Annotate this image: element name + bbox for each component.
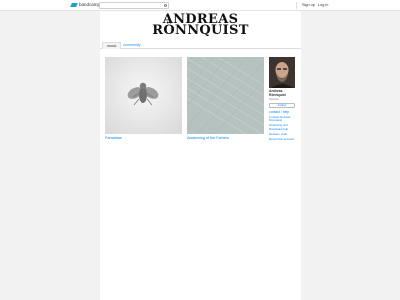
divider [296, 2, 297, 9]
top-bar: bandcamp Sign up Log in [0, 0, 400, 18]
release-item[interactable]: Awakening of the Fathers [187, 57, 264, 140]
search-icon[interactable] [164, 4, 167, 7]
redeem-code-link[interactable]: Redeem code [269, 132, 297, 137]
report-account-link[interactable]: Report this account [269, 137, 297, 142]
release-cover[interactable] [105, 57, 182, 134]
release-title[interactable]: Awakening of the Fathers [187, 136, 264, 140]
contact-help-heading: contact / help [269, 110, 290, 114]
bandcamp-logo[interactable]: bandcamp [70, 2, 101, 7]
tab-bar: music community [100, 41, 301, 49]
artist-page: ANDREAS RÖNNQUIST music community Parasi… [100, 11, 301, 300]
release-item[interactable]: Parasitata [105, 57, 182, 140]
contact-artist-link[interactable]: Contact Andreas Rönnquist [269, 115, 297, 123]
follow-button[interactable]: Follow [269, 103, 295, 108]
masthead-line-2: RÖNNQUIST [152, 23, 249, 38]
artist-sidebar: Andreas Rönnquist Sweden Follow contact … [269, 57, 297, 141]
release-title[interactable]: Parasitata [105, 136, 182, 140]
artist-masthead[interactable]: ANDREAS RÖNNQUIST [100, 11, 301, 41]
fly-ornament-icon [105, 57, 182, 134]
login-link[interactable]: Log in [318, 3, 328, 7]
artist-photo[interactable] [269, 57, 295, 88]
signup-link[interactable]: Sign up [302, 3, 315, 7]
artist-portrait-icon [269, 57, 295, 88]
logo-text: bandcamp [79, 2, 101, 7]
download-help-link[interactable]: Streaming and Download help [269, 123, 297, 131]
tab-community[interactable]: community [119, 42, 144, 49]
fabric-texture-icon [187, 57, 264, 134]
search-box [99, 2, 169, 18]
release-cover[interactable] [187, 57, 264, 134]
artist-location: Sweden [269, 96, 280, 101]
bandcamp-logo-icon [70, 3, 78, 7]
